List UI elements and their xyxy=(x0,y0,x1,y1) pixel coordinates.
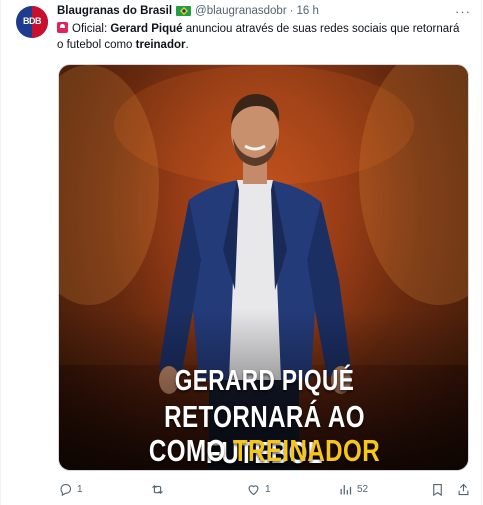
more-options-icon[interactable]: ··· xyxy=(455,4,471,19)
bookmark-icon xyxy=(433,483,442,497)
author-name[interactable]: Blaugranas do Brasil xyxy=(57,5,172,17)
like-icon xyxy=(248,485,259,496)
headline-accent-word: TREINADOR xyxy=(232,433,381,468)
separator-dot: · xyxy=(289,5,294,17)
reply-icon xyxy=(60,483,72,497)
author-handle[interactable]: @blaugranasdobr xyxy=(195,5,287,17)
retweet-button[interactable] xyxy=(150,482,169,497)
frame-border-left xyxy=(0,0,1,505)
avatar-text: BDB xyxy=(23,16,42,26)
text-suffix: . xyxy=(185,39,189,51)
bookmark-button[interactable] xyxy=(430,482,445,497)
views-icon xyxy=(340,485,352,495)
like-count: 1 xyxy=(265,484,271,495)
timestamp[interactable]: 16 h xyxy=(297,5,319,17)
tweet-header: Blaugranas do Brasil @blaugranasdobr · 1… xyxy=(57,3,319,19)
brazil-flag-icon xyxy=(176,6,192,16)
frame-border-right xyxy=(481,0,482,505)
reply-count: 1 xyxy=(77,484,83,495)
retweet-icon xyxy=(152,484,163,495)
reply-button[interactable]: 1 xyxy=(58,482,83,497)
share-icon xyxy=(458,483,469,496)
tweet-media-image[interactable]: GERARD PIQUÉ RETORNARÁ AO FUTEBOL COMO T… xyxy=(58,64,469,471)
text-subject: Gerard Piqué xyxy=(110,23,183,35)
headline-line-3-prefix: COMO xyxy=(148,433,233,468)
avatar[interactable]: BDB xyxy=(16,6,48,38)
like-button[interactable]: 1 xyxy=(246,482,271,497)
siren-icon xyxy=(57,22,68,33)
headline-line-1: GERARD PIQUÉ xyxy=(174,365,355,397)
share-button[interactable] xyxy=(456,482,471,497)
text-prefix: Oficial: xyxy=(72,23,111,35)
tweet-actions-bar: 1 1 52 xyxy=(0,476,483,505)
views-count: 52 xyxy=(357,484,369,495)
tweet-text: Oficial: Gerard Piqué anunciou através d… xyxy=(57,21,467,53)
text-role: treinador xyxy=(135,39,186,51)
views-button[interactable]: 52 xyxy=(338,482,368,497)
headline-line-3: COMO TREINADOR xyxy=(104,433,425,469)
